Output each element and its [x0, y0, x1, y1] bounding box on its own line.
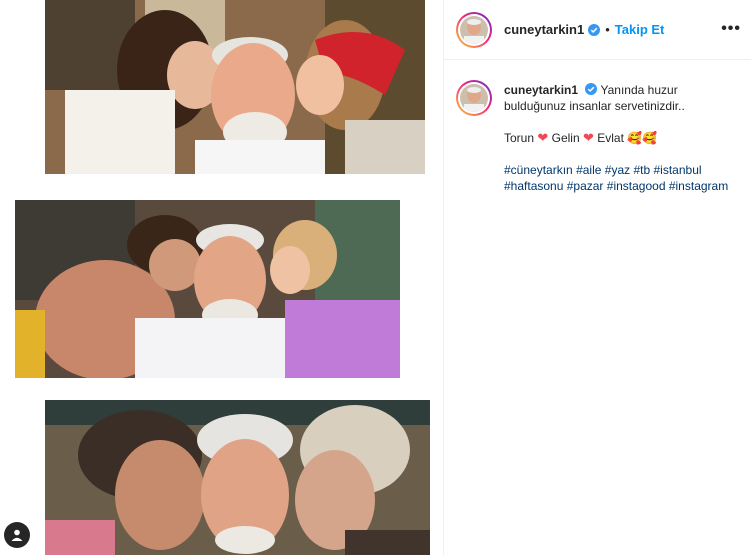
hashtag[interactable]: #haftasonu	[504, 179, 563, 193]
verified-badge-icon	[588, 23, 601, 36]
hashtag[interactable]: #yaz	[605, 163, 630, 177]
photo-grandfather-with-granddaughters	[45, 0, 425, 174]
photo-grandfather-with-family-kiss	[15, 200, 400, 378]
more-options-icon[interactable]: •••	[721, 20, 741, 38]
family-gelin: Gelin	[551, 131, 580, 145]
smiling-face-hearts-icon: 🥰🥰	[627, 131, 658, 145]
hashtags: #cüneytarkın #aile #yaz #tb #istanbul #h…	[504, 162, 739, 194]
avatar-image	[460, 15, 488, 44]
caption: cuneytarkin1 Yanında huzur bulduğunuz in…	[456, 80, 746, 194]
tagged-user-icon[interactable]	[4, 522, 30, 548]
follow-button[interactable]: Takip Et	[615, 22, 665, 37]
caption-body: cuneytarkin1 Yanında huzur bulduğunuz in…	[504, 80, 739, 194]
verified-badge-icon	[585, 83, 598, 95]
hashtag[interactable]: #aile	[576, 163, 601, 177]
post-header: cuneytarkin1 • Takip Et	[444, 0, 751, 60]
heart-icon: ❤	[537, 130, 549, 145]
heart-icon: ❤	[582, 130, 594, 145]
hashtag[interactable]: #cüneytarkın	[504, 163, 573, 177]
hashtag[interactable]: #instagood	[607, 179, 666, 193]
post-media[interactable]	[0, 0, 443, 555]
avatar-image	[460, 84, 488, 112]
family-torun: Torun	[504, 131, 535, 145]
header-username[interactable]: cuneytarkin1	[504, 22, 584, 37]
separator-dot: •	[605, 22, 610, 37]
hashtag[interactable]: #istanbul	[654, 163, 702, 177]
caption-username[interactable]: cuneytarkin1	[504, 83, 578, 97]
caption-family-line: Torun ❤ Gelin ❤ Evlat 🥰🥰	[504, 130, 739, 146]
photo-grandfather-with-sons	[45, 400, 430, 555]
family-evlat: Evlat	[597, 131, 624, 145]
profile-avatar[interactable]	[456, 11, 492, 48]
caption-avatar[interactable]	[456, 80, 492, 116]
hashtag[interactable]: #pazar	[567, 179, 604, 193]
hashtag[interactable]: #instagram	[669, 179, 728, 193]
hashtag[interactable]: #tb	[633, 163, 650, 177]
post-side-panel: cuneytarkin1 • Takip Et ••• cuneytarkin1…	[444, 0, 751, 555]
